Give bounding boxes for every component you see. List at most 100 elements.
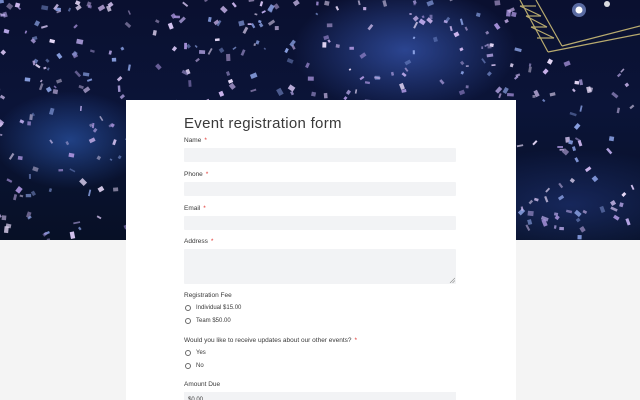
confetti-piece <box>574 80 580 85</box>
updates-option-no[interactable]: No <box>184 362 204 370</box>
confetti-piece <box>41 24 48 29</box>
confetti-piece <box>86 78 93 82</box>
confetti-piece <box>79 178 88 186</box>
confetti-piece <box>259 1 264 7</box>
confetti-piece <box>250 88 257 93</box>
confetti-piece <box>574 157 579 163</box>
updates-option-yes[interactable]: Yes <box>184 349 206 357</box>
updates-question-text: Would you like to receive updates about … <box>184 337 352 344</box>
confetti-piece <box>124 21 132 29</box>
confetti-piece <box>528 199 534 205</box>
address-textarea[interactable] <box>184 249 456 284</box>
confetti-piece <box>87 189 92 197</box>
confetti-piece <box>49 139 54 144</box>
resize-grip-icon[interactable] <box>449 277 455 283</box>
confetti-piece <box>261 10 266 14</box>
required-marker: * <box>204 137 207 144</box>
confetti-piece <box>620 68 625 73</box>
confetti-piece <box>19 194 24 198</box>
confetti-piece <box>542 98 546 103</box>
confetti-piece <box>323 34 330 41</box>
confetti-piece <box>226 53 231 62</box>
confetti-piece <box>155 19 160 24</box>
confetti-piece <box>616 72 622 78</box>
confetti-piece <box>0 94 6 100</box>
confetti-piece <box>481 58 486 64</box>
confetti-piece <box>218 47 225 54</box>
confetti-piece <box>316 1 319 6</box>
amount-due-label: Amount Due <box>184 381 221 388</box>
confetti-piece <box>506 92 514 97</box>
fee-option-individual[interactable]: Individual $15.00 <box>184 304 241 312</box>
radio-button[interactable] <box>185 350 191 356</box>
confetti-piece <box>404 59 412 66</box>
confetti-piece <box>250 23 256 29</box>
confetti-piece <box>475 12 481 18</box>
confetti-piece <box>263 47 267 50</box>
confetti-piece <box>286 58 294 64</box>
confetti-piece <box>544 196 549 203</box>
confetti-piece <box>248 0 255 3</box>
confetti-piece <box>65 141 70 146</box>
confetti-piece <box>67 7 72 12</box>
confetti-piece <box>76 38 84 45</box>
confetti-piece <box>1 215 7 221</box>
confetti-piece <box>69 168 76 173</box>
radio-button[interactable] <box>185 305 191 311</box>
name-input[interactable] <box>184 148 456 162</box>
confetti-piece <box>305 62 310 69</box>
confetti-piece <box>79 105 82 111</box>
confetti-piece <box>253 43 256 47</box>
confetti-piece <box>528 66 532 73</box>
confetti-piece <box>364 81 371 85</box>
confetti-piece <box>267 19 276 26</box>
confetti-piece <box>28 174 31 179</box>
confetti-piece <box>99 115 104 122</box>
confetti-piece <box>24 30 28 34</box>
phone-input[interactable] <box>184 182 456 196</box>
confetti-piece <box>0 213 2 218</box>
confetti-piece <box>533 197 539 202</box>
confetti-piece <box>17 155 23 161</box>
confetti-piece <box>502 86 509 94</box>
confetti-piece <box>532 95 536 98</box>
confetti-piece <box>214 38 220 42</box>
confetti-piece <box>495 86 503 94</box>
confetti-piece <box>119 94 125 100</box>
confetti-piece <box>621 191 627 197</box>
confetti-piece <box>577 234 582 240</box>
radio-button[interactable] <box>185 363 191 369</box>
confetti-piece <box>56 52 63 60</box>
radio-button[interactable] <box>185 318 191 324</box>
confetti-piece <box>481 46 484 50</box>
address-label: Address * <box>184 238 213 245</box>
confetti-piece <box>426 0 435 7</box>
confetti-piece <box>516 144 524 148</box>
confetti-piece <box>504 18 509 24</box>
confetti-piece <box>58 169 64 172</box>
confetti-piece <box>97 4 106 12</box>
confetti-piece <box>82 72 90 77</box>
confetti-piece <box>29 114 33 121</box>
confetti-piece <box>359 75 365 81</box>
confetti-piece <box>8 152 15 160</box>
confetti-piece <box>19 119 25 124</box>
confetti-piece <box>390 71 395 76</box>
email-input[interactable] <box>184 216 456 230</box>
confetti-piece <box>120 46 125 51</box>
confetti-piece <box>34 20 41 27</box>
confetti-piece <box>307 76 314 81</box>
confetti-piece <box>171 46 178 52</box>
confetti-piece <box>335 5 340 11</box>
address-label-text: Address <box>184 238 208 245</box>
confetti-piece <box>78 84 84 90</box>
confetti-piece <box>491 64 496 67</box>
phone-label: Phone * <box>184 171 208 178</box>
confetti-piece <box>401 89 407 93</box>
confetti-piece <box>418 18 426 26</box>
form-title: Event registration form <box>184 115 342 132</box>
confetti-piece <box>249 72 258 79</box>
fee-option-team[interactable]: Team $50.00 <box>184 317 231 325</box>
confetti-piece <box>559 148 564 151</box>
confetti-piece <box>74 70 82 78</box>
